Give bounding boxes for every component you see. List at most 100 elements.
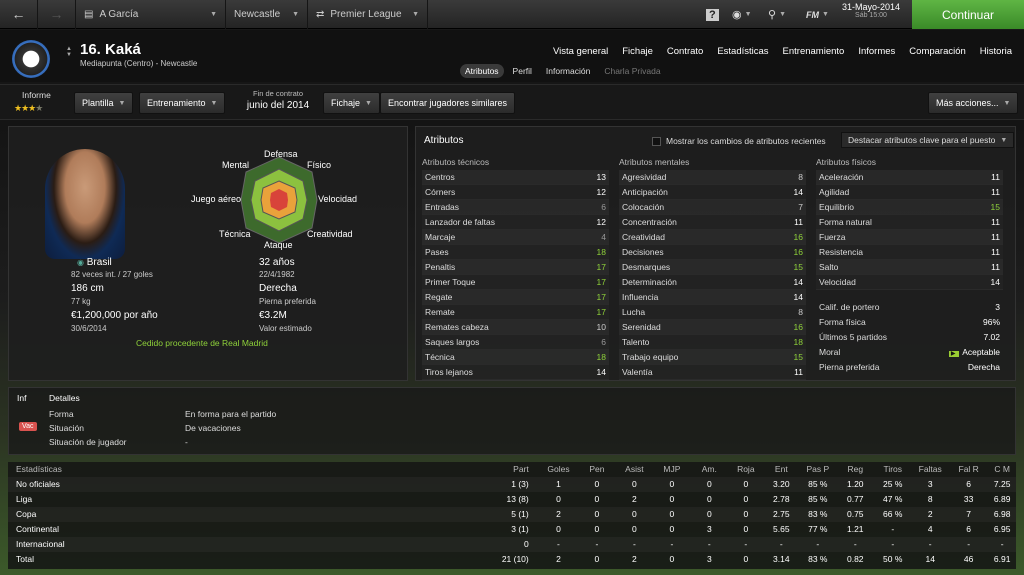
chevron-down-icon: ▼ bbox=[1003, 99, 1011, 107]
attribute-row[interactable]: Salto 11 bbox=[816, 260, 1003, 275]
help-button[interactable]: ? bbox=[706, 0, 719, 29]
attribute-row[interactable]: Agilidad 11 bbox=[816, 185, 1003, 200]
attribute-row[interactable]: Colocación 7 bbox=[619, 200, 806, 215]
attribute-row[interactable]: Remate 17 bbox=[422, 305, 609, 320]
attribute-row[interactable]: Remates cabeza 10 bbox=[422, 320, 609, 335]
stats-row[interactable]: Continental 3 (1) 0 0 0 0 3 0 5.65 77 % 1.21 - 4 6 6.9… bbox=[8, 522, 1016, 537]
attribute-row[interactable]: Desmarques 15 bbox=[619, 260, 806, 275]
highlight-dropdown[interactable]: Destacar atributos clave para el puesto ▼ bbox=[841, 132, 1015, 148]
find-similar-button[interactable]: Encontrar jugadores similares bbox=[380, 92, 516, 114]
attribute-row[interactable]: Determinación 14 bbox=[619, 275, 806, 290]
attribute-name: Remate bbox=[425, 307, 455, 317]
tab-overview[interactable]: Vista general bbox=[553, 46, 608, 57]
attribute-row[interactable]: Lucha 8 bbox=[619, 305, 806, 320]
transfer-button[interactable]: Fichaje ▼ bbox=[323, 92, 380, 114]
stats-cell: 6.95 bbox=[993, 524, 1011, 534]
report-rating[interactable]: Informe ★★★★ bbox=[14, 90, 51, 114]
attribute-row[interactable]: Influencia 14 bbox=[619, 290, 806, 305]
stats-cell: 1 bbox=[556, 479, 561, 489]
stats-cell: Copa bbox=[16, 509, 37, 519]
contract-expiry: 30/6/2014 bbox=[71, 324, 107, 333]
stats-row[interactable]: Liga 13 (8) 0 0 2 0 0 0 2.78 85 % 0.77 47 % 8 33 6.89 bbox=[8, 492, 1016, 507]
nationality[interactable]: ◉ Brasil bbox=[77, 257, 112, 268]
subtab-attributes[interactable]: Atributos bbox=[460, 64, 504, 78]
attribute-row[interactable]: Talento 18 bbox=[619, 335, 806, 350]
stats-row[interactable]: Total 21 (10) 2 0 2 0 3 0 3.14 83 % 0.82 50 % 14 46 6.… bbox=[8, 552, 1016, 567]
attribute-row[interactable]: Velocidad 14 bbox=[816, 275, 1003, 290]
top-bar: ← → ▤ A García ▼ Newcastle ▼ ⇄ Premier L… bbox=[0, 0, 1024, 29]
training-button[interactable]: Entrenamiento ▼ bbox=[139, 92, 226, 114]
flag-icon: ◉ bbox=[77, 258, 84, 267]
attribute-row[interactable]: Córners 12 bbox=[422, 185, 609, 200]
subtab-private-chat[interactable]: Charla Privada bbox=[599, 64, 665, 78]
attributes-title: Atributos bbox=[424, 135, 464, 146]
stats-cell: Internacional bbox=[16, 539, 65, 549]
attribute-row[interactable]: Centros 13 bbox=[422, 170, 609, 185]
stats-cell: 0 bbox=[706, 479, 712, 489]
attribute-name: Córners bbox=[425, 187, 456, 197]
attribute-row[interactable]: Penaltis 17 bbox=[422, 260, 609, 275]
attribute-name: Primer Toque bbox=[425, 277, 476, 287]
details-row: Situación de jugador - bbox=[49, 435, 549, 449]
attribute-row[interactable]: Anticipación 14 bbox=[619, 185, 806, 200]
squad-button[interactable]: Plantilla ▼ bbox=[74, 92, 134, 114]
attribute-row[interactable]: Resistencia 11 bbox=[816, 245, 1003, 260]
attribute-value: 11 bbox=[991, 217, 1000, 227]
attribute-row[interactable]: Lanzador de faltas 12 bbox=[422, 215, 609, 230]
attribute-value: 17 bbox=[596, 277, 606, 287]
attribute-row[interactable]: Aceleración 11 bbox=[816, 170, 1003, 185]
back-button[interactable]: ← bbox=[0, 0, 38, 29]
search-button[interactable]: ⚲ ▼ bbox=[768, 0, 786, 29]
attribute-row[interactable]: Fuerza 11 bbox=[816, 230, 1003, 245]
physical-attributes: Atributos físicos Aceleración 11 Agilidad 1… bbox=[816, 155, 1003, 375]
attribute-row[interactable]: Concentración 11 bbox=[619, 215, 806, 230]
stats-cell: 0 bbox=[632, 479, 637, 489]
attribute-row[interactable]: Trabajo equipo 15 bbox=[619, 350, 806, 365]
date-display[interactable]: 31-Mayo-2014 Sáb 15:00 bbox=[832, 2, 910, 19]
attribute-row[interactable]: Regate 17 bbox=[422, 290, 609, 305]
tab-training[interactable]: Entrenamiento bbox=[783, 46, 845, 57]
attribute-row[interactable]: Serenidad 16 bbox=[619, 320, 806, 335]
attribute-row[interactable]: Pases 18 bbox=[422, 245, 609, 260]
stats-row[interactable]: Copa 5 (1) 2 0 0 0 0 0 2.75 83 % 0.75 66 % 2 7 6.98 bbox=[8, 507, 1016, 522]
subtab-information[interactable]: Información bbox=[541, 64, 595, 78]
attribute-row[interactable]: Forma natural 11 bbox=[816, 215, 1003, 230]
forward-button[interactable]: → bbox=[38, 0, 76, 29]
continue-button[interactable]: Continuar bbox=[912, 0, 1024, 29]
attribute-row[interactable]: Saques largos 6 bbox=[422, 335, 609, 350]
competition-dropdown[interactable]: ⇄ Premier League ▼ bbox=[308, 0, 428, 29]
tab-stats[interactable]: Estadísticas bbox=[717, 46, 768, 57]
stats-header-cell: Goles bbox=[547, 464, 570, 474]
world-button[interactable]: ◉ ▼ bbox=[732, 0, 752, 29]
stats-row[interactable]: No oficiales 1 (3) 1 0 0 0 0 0 3.20 85 % 1.20 25 % 3… bbox=[8, 477, 1016, 492]
attribute-row[interactable]: Valentía 11 bbox=[619, 365, 806, 380]
attribute-row[interactable]: Agresividad 8 bbox=[619, 170, 806, 185]
club-dropdown[interactable]: Newcastle ▼ bbox=[226, 0, 308, 29]
tab-history[interactable]: Historia bbox=[980, 46, 1012, 57]
tab-contract[interactable]: Contrato bbox=[667, 46, 703, 57]
attribute-row[interactable]: Marcaje 4 bbox=[422, 230, 609, 245]
show-changes-checkbox[interactable] bbox=[652, 136, 661, 146]
tab-transfer[interactable]: Fichaje bbox=[622, 46, 653, 57]
loan-status[interactable]: Cedido procedente de Real Madrid bbox=[136, 338, 268, 348]
show-changes-toggle[interactable]: Mostrar los cambios de atributos recient… bbox=[652, 136, 826, 146]
subtab-profile[interactable]: Perfil bbox=[508, 64, 537, 78]
attribute-row[interactable]: Decisiones 16 bbox=[619, 245, 806, 260]
attribute-row[interactable]: Primer Toque 17 bbox=[422, 275, 609, 290]
attribute-row[interactable]: Equilibrio 15 bbox=[816, 200, 1003, 215]
more-actions-button[interactable]: Más acciones... ▼ bbox=[928, 92, 1019, 114]
player-switch-icon[interactable]: ▲ ▼ bbox=[66, 46, 72, 58]
tab-comparison[interactable]: Comparación bbox=[909, 46, 966, 57]
attribute-row[interactable]: Creatividad 16 bbox=[619, 230, 806, 245]
manager-dropdown[interactable]: ▤ A García ▼ bbox=[76, 0, 226, 29]
attribute-value: 14 bbox=[793, 187, 803, 197]
attribute-row[interactable]: Entradas 6 bbox=[422, 200, 609, 215]
stats-cell: 6.91 bbox=[993, 554, 1011, 564]
attribute-name: Centros bbox=[425, 172, 455, 182]
attribute-row[interactable]: Tiros lejanos 14 bbox=[422, 365, 609, 380]
fm-menu-button[interactable]: FM ▼ bbox=[806, 0, 829, 29]
tab-reports[interactable]: Informes bbox=[858, 46, 895, 57]
attribute-row[interactable]: Técnica 18 bbox=[422, 350, 609, 365]
stats-row[interactable]: Internacional 0 - - - - - - - - - - - - - bbox=[8, 537, 1016, 552]
stats-header-cell: Tiros bbox=[883, 464, 903, 474]
